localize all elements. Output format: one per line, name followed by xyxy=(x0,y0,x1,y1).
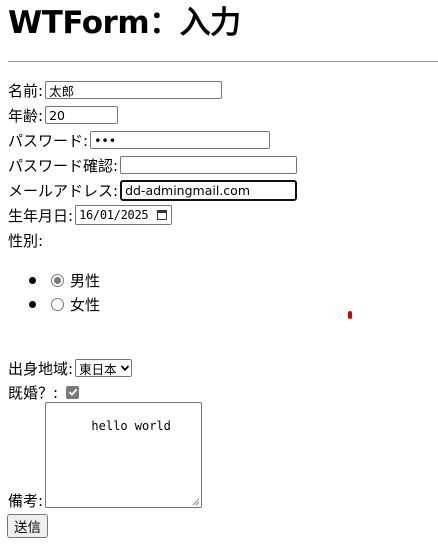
page-title: WTForm：入力 xyxy=(8,5,241,41)
name-label: 名前: xyxy=(8,81,44,100)
bullet-icon xyxy=(29,277,36,284)
region-row: 出身地域: 東日本 xyxy=(8,356,132,380)
email-input[interactable] xyxy=(120,179,298,201)
birthdate-row: 生年月日: 16/01/2025 xyxy=(8,203,173,227)
married-row: 既婚？: xyxy=(8,380,80,404)
gender-label: 性別: xyxy=(8,231,44,250)
region-value: 東日本 xyxy=(79,361,117,377)
password-confirm-row: パスワード確認: xyxy=(8,153,298,177)
form-page: WTForm：入力 名前: 年齢: パスワード: パスワード確認: メールアドレ… xyxy=(0,0,438,556)
resize-grip-icon[interactable] xyxy=(192,498,200,506)
married-checkbox[interactable] xyxy=(66,385,80,399)
female-label[interactable]: 女性 xyxy=(70,294,100,315)
age-row: 年齢: xyxy=(8,103,119,127)
birthdate-input[interactable]: 16/01/2025 xyxy=(75,205,173,225)
birthdate-label: 生年月日: xyxy=(8,206,74,225)
calendar-icon[interactable] xyxy=(157,210,168,220)
password-confirm-label: パスワード確認: xyxy=(8,156,119,175)
chevron-down-icon xyxy=(120,365,129,372)
region-label: 出身地域: xyxy=(8,359,74,378)
email-row: メールアドレス: xyxy=(8,178,298,202)
age-input[interactable] xyxy=(45,106,119,124)
name-input[interactable] xyxy=(45,81,223,99)
notes-label: 備考: xyxy=(8,492,44,510)
birthdate-value: 16/01/2025 xyxy=(79,208,149,222)
password-input[interactable] xyxy=(90,131,271,149)
married-label: 既婚？: xyxy=(8,383,59,402)
name-row: 名前: xyxy=(8,78,223,102)
region-select[interactable]: 東日本 xyxy=(75,359,132,377)
password-confirm-input[interactable] xyxy=(120,156,298,174)
password-label: パスワード: xyxy=(8,131,89,150)
gender-options: 男性 女性 xyxy=(0,268,100,316)
age-label: 年齢: xyxy=(8,106,44,125)
notes-textarea[interactable]: hello world xyxy=(45,402,203,508)
notes-row: 備考: hello world xyxy=(8,402,203,510)
notes-value: hello world xyxy=(91,419,171,433)
male-label[interactable]: 男性 xyxy=(70,270,100,291)
bullet-icon xyxy=(29,301,36,308)
gender-option-female: 女性 xyxy=(0,292,100,316)
female-radio[interactable] xyxy=(51,297,64,311)
email-label: メールアドレス: xyxy=(8,181,119,200)
gender-row: 性別: xyxy=(8,228,45,252)
checkmark-icon xyxy=(68,388,77,396)
red-mark xyxy=(348,311,352,319)
gender-option-male: 男性 xyxy=(0,268,100,292)
submit-button[interactable]: 送信 xyxy=(7,514,48,538)
title-divider xyxy=(8,61,438,62)
male-radio[interactable] xyxy=(51,273,64,287)
password-row: パスワード: xyxy=(8,128,271,152)
